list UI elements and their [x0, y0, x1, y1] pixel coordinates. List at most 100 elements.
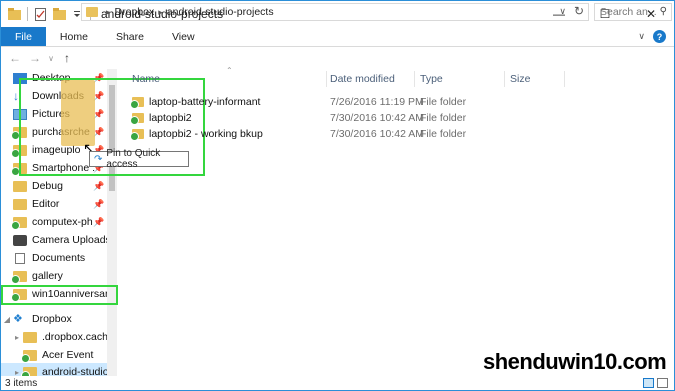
file-list: ⌃ Name Date modified Type Size laptop-ba…	[118, 66, 674, 376]
large-icons-view-icon[interactable]	[657, 378, 668, 388]
search-placeholder: Search an...	[600, 6, 657, 18]
nav-item-editor[interactable]: Editor 📌	[1, 195, 117, 213]
status-bar: 3 items	[1, 376, 674, 391]
recent-locations-icon[interactable]: ∨	[43, 54, 59, 63]
tab-file[interactable]: File	[1, 27, 46, 46]
tab-home[interactable]: Home	[46, 27, 102, 46]
column-divider[interactable]	[504, 71, 505, 87]
nav-item-acer-event[interactable]: Acer Event	[1, 346, 117, 364]
folder-icon	[13, 198, 27, 210]
expand-ribbon-icon[interactable]: ∨	[638, 31, 645, 42]
nav-item-dropbox[interactable]: ◢ ❖ Dropbox	[1, 310, 117, 328]
address-row: ← → ∨ ↑	[1, 47, 674, 69]
address-bar[interactable]: ▸ Dropbox ▸ android-studio-projects ∨ ↻	[81, 3, 589, 21]
file-type: File folder	[420, 112, 467, 124]
details-view-icon[interactable]	[643, 378, 654, 388]
column-header-size[interactable]: Size	[510, 69, 530, 89]
column-header-date[interactable]: Date modified	[330, 69, 395, 89]
folder-app-icon	[7, 7, 21, 21]
breadcrumb-separator-icon[interactable]: ▸	[158, 7, 163, 18]
pin-icon: 📌	[93, 216, 105, 227]
file-date: 7/30/2016 10:42 AM	[330, 128, 424, 140]
column-divider[interactable]	[564, 71, 565, 87]
tab-view[interactable]: View	[158, 27, 209, 46]
pin-icon: 📌	[93, 198, 105, 209]
up-arrow-icon[interactable]: ↑	[59, 51, 75, 65]
column-divider[interactable]	[414, 71, 415, 87]
explorer-window: android-studio-projects — ☐ ✕ File Home …	[0, 0, 675, 391]
folder-synced-icon	[130, 113, 144, 125]
column-divider[interactable]	[326, 71, 327, 87]
quick-access-toolbar	[1, 1, 93, 27]
column-header-name[interactable]: Name	[132, 69, 160, 89]
nav-item-label: android-studio-	[42, 366, 113, 376]
breadcrumb-dropbox[interactable]: Dropbox	[115, 6, 155, 18]
collapse-chevron-icon[interactable]: ◢	[1, 315, 13, 324]
column-header-type[interactable]: Type	[420, 69, 443, 89]
file-name: laptopbi2	[149, 112, 192, 124]
folder-icon	[86, 7, 98, 17]
file-name: laptop-battery-informant	[149, 96, 261, 108]
properties-icon[interactable]	[34, 7, 48, 21]
row-name-cell: laptop-battery-informant	[130, 96, 261, 109]
ribbon-tabs: File Home Share View ∨ ?	[1, 27, 674, 47]
pin-icon: 📌	[93, 180, 105, 191]
nav-item-label: Documents	[32, 252, 86, 264]
nav-item-label: gallery	[32, 270, 63, 282]
file-date: 7/26/2016 11:19 PM	[330, 96, 424, 108]
file-type: File folder	[420, 128, 467, 140]
folder-icon	[23, 331, 37, 343]
camera-folder-icon	[13, 234, 27, 246]
nav-item-camera-uploads[interactable]: Camera Uploads	[1, 231, 117, 249]
folder-synced-icon	[11, 270, 27, 284]
documents-icon	[15, 252, 25, 264]
nav-item-label: Dropbox	[32, 313, 72, 325]
nav-item-label: computex-ph	[32, 216, 93, 228]
search-input[interactable]: Search an... ⚲	[594, 3, 672, 21]
nav-item-dropbox-cache[interactable]: ▸ .dropbox.cache	[1, 328, 117, 346]
nav-item-label: Editor	[32, 198, 60, 210]
back-arrow-icon[interactable]: ←	[7, 51, 23, 65]
nav-item-computex[interactable]: computex-ph 📌	[1, 213, 117, 231]
folder-synced-icon	[11, 216, 27, 230]
tab-share[interactable]: Share	[102, 27, 158, 46]
nav-item-android-studio[interactable]: ▸ android-studio-	[1, 363, 117, 376]
nav-item-documents[interactable]: Documents	[1, 249, 117, 267]
help-icon[interactable]: ?	[653, 30, 666, 43]
address-dropdown-icon[interactable]: ∨	[559, 6, 566, 17]
dropbox-icon: ❖	[13, 312, 23, 325]
table-row[interactable]: laptop-battery-informant 7/26/2016 11:19…	[118, 94, 674, 110]
nav-item-label: Acer Event	[42, 349, 94, 361]
folder-icon	[13, 180, 27, 192]
folder-synced-icon	[130, 129, 144, 141]
item-count: 3 items	[5, 378, 38, 389]
folder-synced-icon	[21, 366, 37, 376]
qat-separator	[27, 7, 28, 21]
highlight-box-win10anniversar	[1, 285, 118, 305]
folder-synced-icon	[130, 97, 144, 109]
view-switcher	[643, 378, 668, 388]
watermark: shenduwin10.com	[483, 349, 667, 374]
new-folder-icon[interactable]	[52, 7, 66, 21]
folder-synced-icon	[21, 349, 37, 363]
breadcrumb-separator-icon[interactable]: ▸	[106, 7, 111, 18]
nav-item-label: .dropbox.cache	[42, 331, 114, 343]
nav-item-label: Debug	[32, 180, 63, 192]
file-name: laptopbi2 - working bkup	[149, 128, 263, 140]
refresh-icon[interactable]: ↻	[574, 4, 584, 18]
forward-arrow-icon[interactable]: →	[27, 51, 43, 65]
breadcrumb-current-folder[interactable]: android-studio-projects	[167, 6, 274, 18]
table-row[interactable]: laptopbi2 7/30/2016 10:42 AM File folder	[118, 110, 674, 126]
row-name-cell: laptopbi2 - working bkup	[130, 128, 263, 141]
sort-up-icon: ⌃	[226, 66, 233, 75]
file-date: 7/30/2016 10:42 AM	[330, 112, 424, 124]
nav-item-label: Camera Uploads	[32, 234, 111, 246]
row-name-cell: laptopbi2	[130, 112, 192, 125]
expand-chevron-icon[interactable]: ▸	[11, 333, 23, 342]
nav-item-gallery[interactable]: gallery	[1, 267, 117, 285]
search-icon: ⚲	[659, 6, 667, 17]
file-type: File folder	[420, 96, 467, 108]
ribbon-right: ∨ ?	[638, 27, 674, 46]
table-row[interactable]: laptopbi2 - working bkup 7/30/2016 10:42…	[118, 126, 674, 142]
nav-item-debug[interactable]: Debug 📌	[1, 177, 117, 195]
